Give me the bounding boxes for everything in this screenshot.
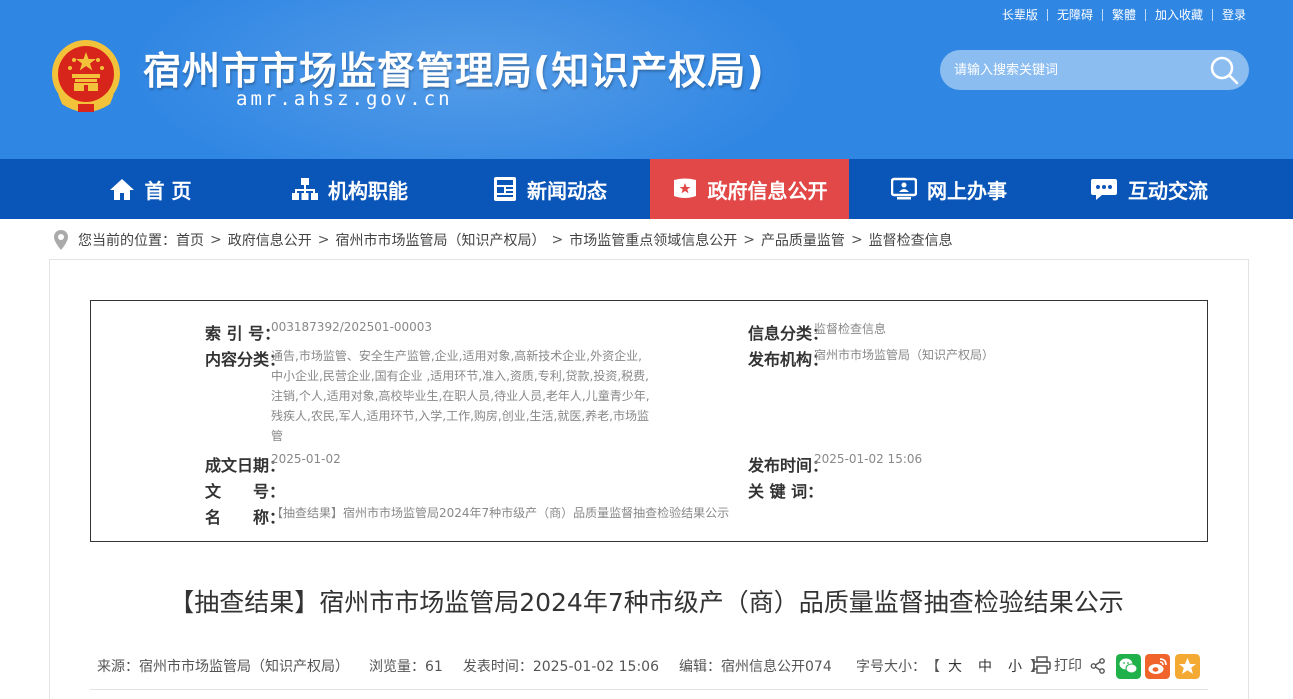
chat-icon	[1091, 179, 1117, 200]
article-views: 浏览量：61	[369, 659, 443, 675]
article-pubtime: 发表时间：2025-01-02 15:06	[462, 659, 659, 675]
printer-icon	[1033, 656, 1051, 674]
info-disclosure-icon	[673, 178, 696, 198]
doc-number-label: 文 号：	[205, 482, 286, 501]
category-value: 监督检查信息	[814, 322, 887, 336]
top-link-login[interactable]: 登录	[1213, 7, 1255, 23]
font-size-small-button[interactable]: 小	[1008, 656, 1022, 676]
font-size-large-button[interactable]: 大	[948, 656, 962, 676]
weibo-share-icon[interactable]	[1145, 654, 1170, 679]
top-link-elder[interactable]: 长辈版	[993, 7, 1047, 23]
nav-label: 互动交流	[1128, 178, 1208, 203]
site-title: 宿州市市场监督管理局(知识产权局)	[143, 49, 765, 93]
publisher-value: 宿州市市场监管局（知识产权局）	[814, 348, 995, 362]
font-size-medium-button[interactable]: 中	[978, 656, 992, 676]
nav-item-home[interactable]: 首 页	[50, 159, 250, 219]
breadcrumb-prefix: 您当前的位置：	[78, 233, 176, 249]
nav-item-interaction[interactable]: 互动交流	[1049, 159, 1249, 219]
content-divider	[90, 689, 1208, 690]
nav-label: 网上办事	[927, 178, 1007, 203]
top-link-traditional[interactable]: 繁體	[1103, 7, 1145, 23]
content-category-line: 通告,市场监管、安全生产监管,企业,适用对象,高新技术企业,外资企业,	[271, 349, 642, 363]
written-date-value: 2025-01-02	[271, 452, 341, 466]
share-icon[interactable]	[1090, 658, 1106, 674]
breadcrumb: 您当前的位置： 首页 > 政府信息公开 > 宿州市市场监管局（知识产权局） > …	[54, 229, 953, 251]
font-size-bracket-open: 【	[926, 659, 940, 675]
index-label: 索 引 号：	[205, 324, 281, 343]
nav-label: 政府信息公开	[707, 178, 828, 203]
monitor-icon	[891, 177, 917, 200]
breadcrumb-separator: >	[551, 232, 564, 248]
breadcrumb-info-disclosure[interactable]: 政府信息公开	[228, 230, 312, 250]
font-size-control: 字号大小： 【 大 中 小 】	[856, 656, 1044, 676]
nav-item-news[interactable]: 新闻动态	[450, 159, 650, 219]
breadcrumb-separator: >	[317, 232, 330, 248]
breadcrumb-key-areas[interactable]: 市场监管重点领域信息公开	[569, 230, 737, 250]
search-bar	[940, 50, 1249, 90]
org-chart-icon	[292, 178, 318, 200]
font-size-label: 字号大小：	[856, 659, 926, 675]
article-editor: 编辑：宿州信息公开074	[679, 659, 832, 675]
national-emblem-icon	[52, 40, 120, 112]
nav-item-online-service[interactable]: 网上办事	[849, 159, 1049, 219]
article-meta: 来源：宿州市市场监管局（知识产权局） 浏览量：61 发表时间：2025-01-0…	[97, 656, 852, 676]
site-header: 长辈版 无障碍 繁體 加入收藏 登录 宿州市市场监督管理局(知识产权局) amr…	[0, 0, 1293, 159]
favorite-star-icon[interactable]	[1175, 654, 1200, 679]
content-category-line: 中小企业,民营企业,国有企业 ,适用环节,准入,资质,专利,贷款,投资,税费,	[271, 369, 649, 383]
breadcrumb-product-quality[interactable]: 产品质量监管	[761, 230, 845, 250]
wechat-share-icon[interactable]	[1116, 654, 1141, 679]
info-table: 索 引 号： 003187392/202501-00003 信息分类： 监督检查…	[90, 300, 1208, 542]
breadcrumb-bureau[interactable]: 宿州市市场监管局（知识产权局）	[335, 230, 545, 250]
breadcrumb-inspection-info[interactable]: 监督检查信息	[869, 230, 953, 250]
publish-time-value: 2025-01-02 15:06	[814, 452, 923, 466]
nav-label: 新闻动态	[527, 178, 607, 203]
nav-item-organization[interactable]: 机构职能	[250, 159, 450, 219]
main-nav: 首 页 机构职能 新闻动态 政府信息公开 网上办事 互动交流	[0, 159, 1293, 219]
location-pin-icon	[54, 230, 68, 250]
newspaper-icon	[494, 177, 516, 201]
print-label: 打印	[1054, 658, 1082, 674]
content-category-line: 注销,个人,适用对象,高校毕业生,在职人员,待业人员,老年人,儿童青少年,	[271, 389, 650, 403]
home-icon	[109, 179, 134, 200]
top-link-accessibility[interactable]: 无障碍	[1048, 7, 1102, 23]
search-input[interactable]	[954, 50, 1199, 90]
site-domain: amr.ahsz.gov.cn	[236, 88, 453, 110]
content-category-line: 管	[271, 429, 284, 443]
top-links: 长辈版 无障碍 繁體 加入收藏 登录	[993, 7, 1255, 23]
nav-label: 机构职能	[328, 178, 408, 203]
doc-name-value: 【抽查结果】宿州市市场监管局2024年7种市级产（商）品质量监督抽查检验结果公示	[271, 506, 730, 520]
breadcrumb-separator: >	[850, 232, 863, 248]
breadcrumb-home[interactable]: 首页	[176, 230, 204, 250]
breadcrumb-separator: >	[743, 232, 755, 248]
content-category-value: 通告,市场监管、安全生产监管,企业,适用对象,高新技术企业,外资企业, 中小企业…	[271, 346, 651, 446]
search-icon[interactable]	[1209, 55, 1239, 85]
nav-label: 首 页	[144, 178, 192, 203]
top-link-favorite[interactable]: 加入收藏	[1146, 7, 1212, 23]
index-value: 003187392/202501-00003	[271, 320, 433, 334]
article-title: 【抽查结果】宿州市市场监管局2024年7种市级产（商）品质量监督抽查检验结果公示	[169, 588, 1124, 617]
nav-item-info-disclosure[interactable]: 政府信息公开	[650, 159, 849, 219]
content-category-line: 残疾人,农民,军人,适用环节,入学,工作,购房,创业,生活,就医,养老,市场监	[271, 409, 649, 423]
print-button[interactable]: 打印	[1033, 655, 1082, 675]
breadcrumb-separator: >	[210, 232, 222, 248]
article-source: 来源：宿州市市场监管局（知识产权局）	[97, 659, 349, 675]
keywords-label: 关 键 词：	[748, 482, 824, 501]
